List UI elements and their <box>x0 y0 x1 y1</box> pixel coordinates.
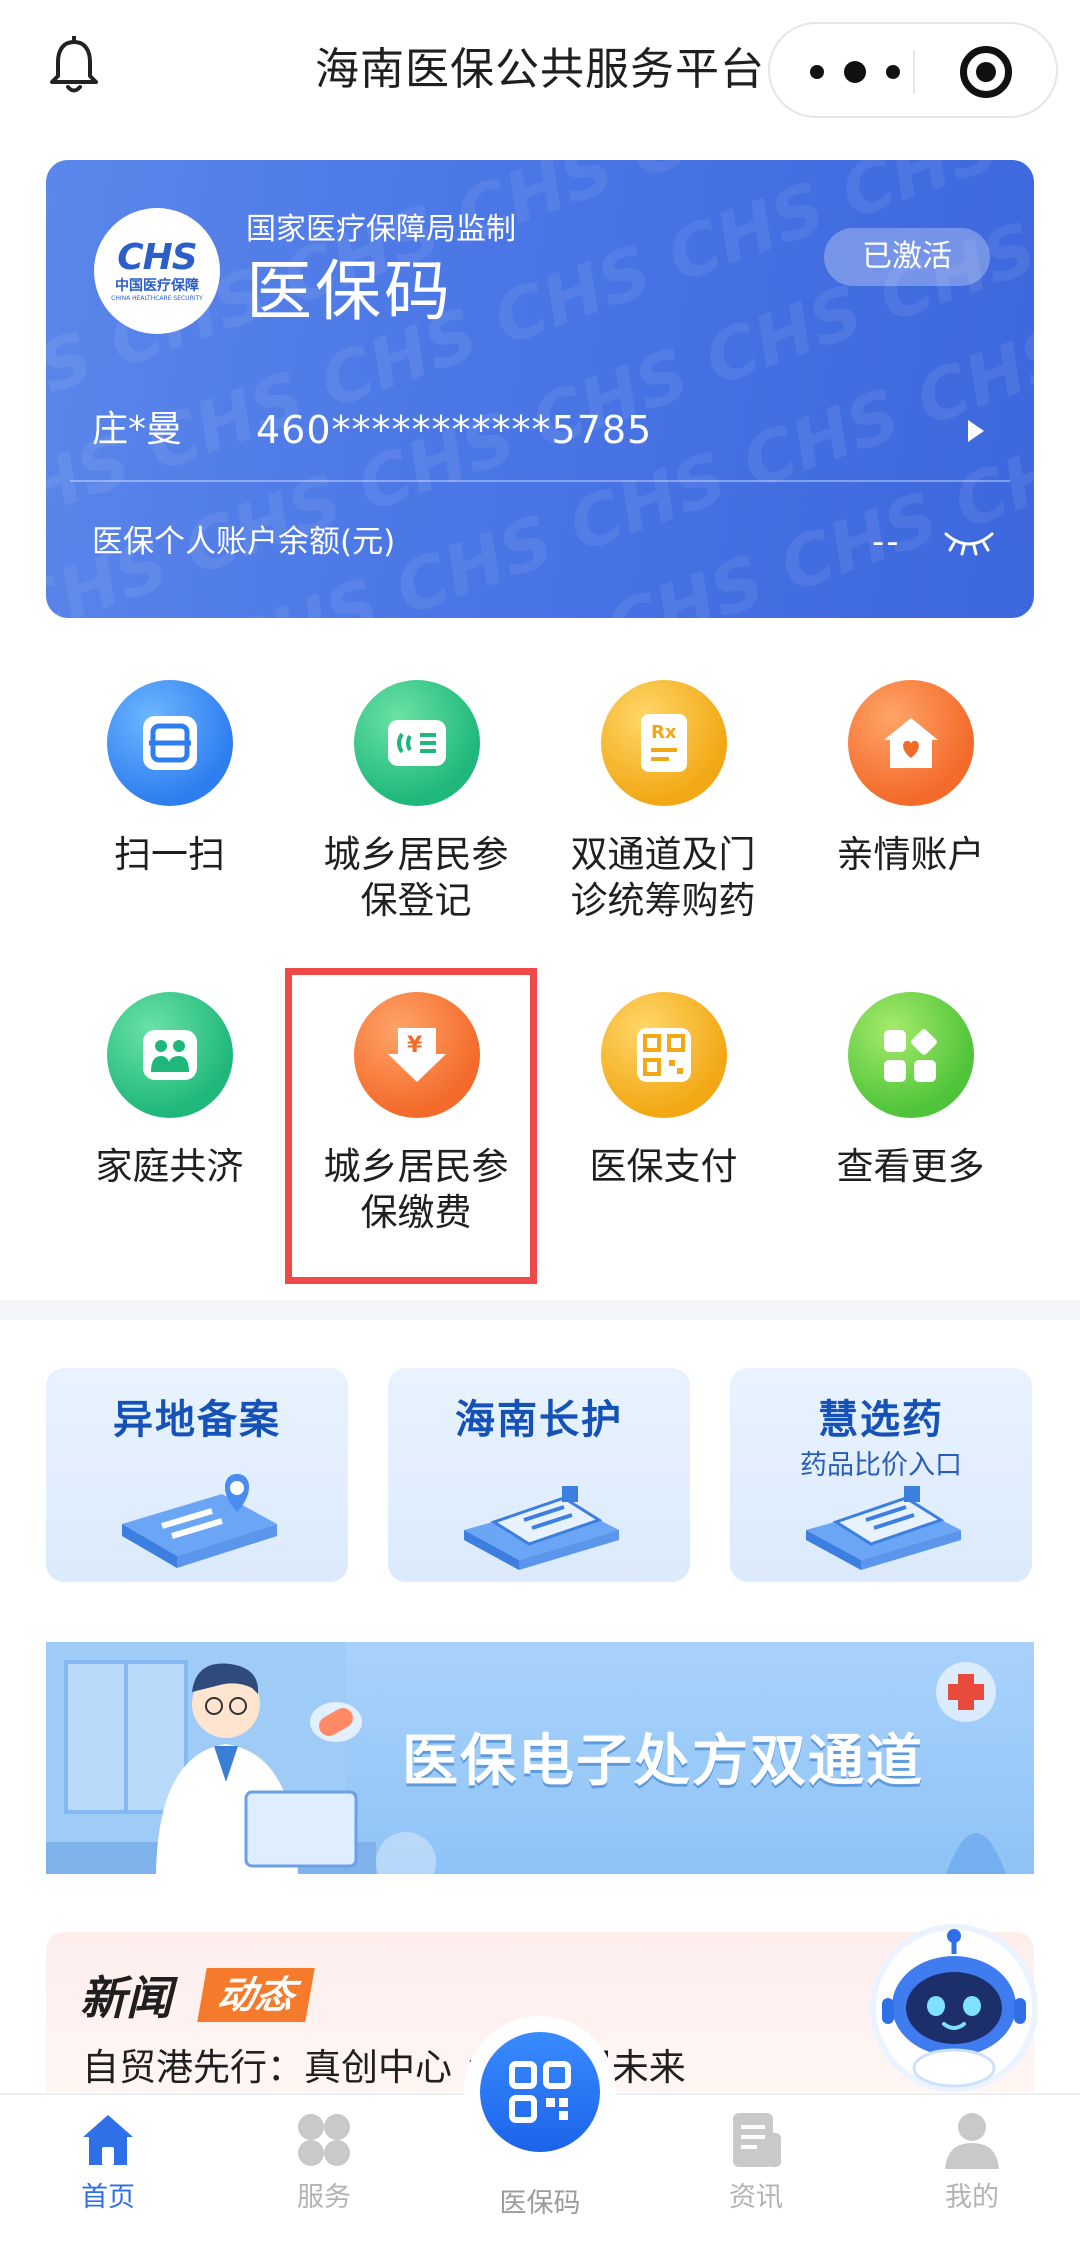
document-stack-icon <box>464 1486 619 1570</box>
balance-value: -- <box>872 522 901 562</box>
news-title: 新闻 <box>80 1971 172 2025</box>
tile-title: 海南长护 <box>455 1397 623 1443</box>
service-insurance-pay[interactable]: 医保支付 <box>540 992 787 1242</box>
news-title-tag: 动态 <box>197 1968 315 2022</box>
tab-label: 我的 <box>945 2182 999 2213</box>
banner-text: 医保电子处方双通道 <box>402 1729 924 1794</box>
tab-label: 医保码 <box>499 2188 581 2219</box>
family-icon <box>107 992 233 1118</box>
tab-home[interactable]: 首页 <box>38 2109 178 2215</box>
header-bar: 海南医保公共服务平台 <box>0 0 1080 140</box>
prescription-icon: Rx <box>601 680 727 806</box>
home-icon <box>83 2115 133 2165</box>
balance-label: 医保个人账户余额(元) <box>92 524 396 560</box>
tile-hainan-longterm-care[interactable]: 海南长护 <box>388 1368 690 1582</box>
highlight-box <box>285 968 537 1284</box>
tile-title: 慧选药 <box>818 1397 944 1443</box>
service-label: 亲情账户 <box>836 833 985 876</box>
document-location-icon <box>122 1474 277 1568</box>
qr-pay-icon <box>601 992 727 1118</box>
tile-smart-drug-selection[interactable]: 慧选药 药品比价入口 <box>730 1368 1032 1582</box>
service-label: 查看更多 <box>836 1145 985 1188</box>
service-label: 双通道及门诊统筹购药 <box>570 833 756 922</box>
service-label: 城乡居民参保登记 <box>323 833 509 922</box>
close-miniapp-icon[interactable] <box>960 46 1012 98</box>
svg-text:Rx: Rx <box>651 722 677 743</box>
bell-icon[interactable] <box>46 36 102 96</box>
miniapp-capsule <box>768 22 1058 118</box>
services-icon <box>298 2114 350 2166</box>
tile-title: 异地备案 <box>113 1397 281 1443</box>
service-scan[interactable]: 扫一扫 <box>46 680 293 930</box>
profile-icon <box>945 2113 999 2169</box>
registration-card-icon <box>354 680 480 806</box>
service-see-more[interactable]: 查看更多 <box>787 992 1034 1242</box>
service-family-account[interactable]: 亲情账户 <box>787 680 1034 930</box>
chs-logo: CHS 中国医疗保障 CHINA HEALTHCARE SECURITY <box>94 208 220 334</box>
expand-arrow-icon[interactable] <box>968 420 984 442</box>
service-label: 家庭共济 <box>95 1145 244 1188</box>
capsule-divider <box>913 50 915 94</box>
tab-label: 服务 <box>297 2182 351 2213</box>
more-options-icon[interactable] <box>810 54 900 90</box>
robot-assistant-icon[interactable] <box>864 1918 1044 2098</box>
tab-insurance-code[interactable] <box>464 2016 616 2168</box>
status-badge: 已激活 <box>824 228 990 286</box>
service-dual-channel[interactable]: Rx 双通道及门诊统筹购药 <box>540 680 787 930</box>
service-family-mutual[interactable]: 家庭共济 <box>46 992 293 1242</box>
home-heart-icon <box>848 680 974 806</box>
tile-remote-filing[interactable]: 异地备案 <box>46 1368 348 1582</box>
news-icon <box>733 2113 781 2167</box>
supervise-text: 国家医疗保障局监制 <box>246 212 516 247</box>
insurance-code-card[interactable]: CHS CHS CHS CHS CHS CHS CHS CHS CHS CHS C… <box>46 160 1034 618</box>
section-divider <box>0 1300 1080 1320</box>
tab-label: 资讯 <box>729 2182 783 2213</box>
page-title: 海南医保公共服务平台 <box>315 44 765 95</box>
qr-code-icon <box>480 2032 600 2152</box>
service-label: 医保支付 <box>589 1145 738 1188</box>
prescription-banner[interactable]: 医保电子处方双通道 <box>46 1642 1034 1874</box>
holder-name: 庄*曼 <box>92 409 183 450</box>
eye-closed-icon[interactable] <box>942 526 996 556</box>
tab-news[interactable]: 资讯 <box>686 2109 826 2215</box>
tab-services[interactable]: 服务 <box>254 2109 394 2215</box>
service-label: 扫一扫 <box>114 833 225 876</box>
service-resident-registration[interactable]: 城乡居民参保登记 <box>293 680 540 930</box>
tab-label: 首页 <box>81 2182 135 2213</box>
scan-icon <box>107 680 233 806</box>
card-divider <box>70 480 1010 482</box>
card-title: 医保码 <box>246 253 453 330</box>
id-number: 460***********5785 <box>256 408 653 452</box>
more-apps-icon <box>848 992 974 1118</box>
document-stack-icon <box>806 1486 961 1570</box>
tab-profile[interactable]: 我的 <box>902 2109 1042 2215</box>
